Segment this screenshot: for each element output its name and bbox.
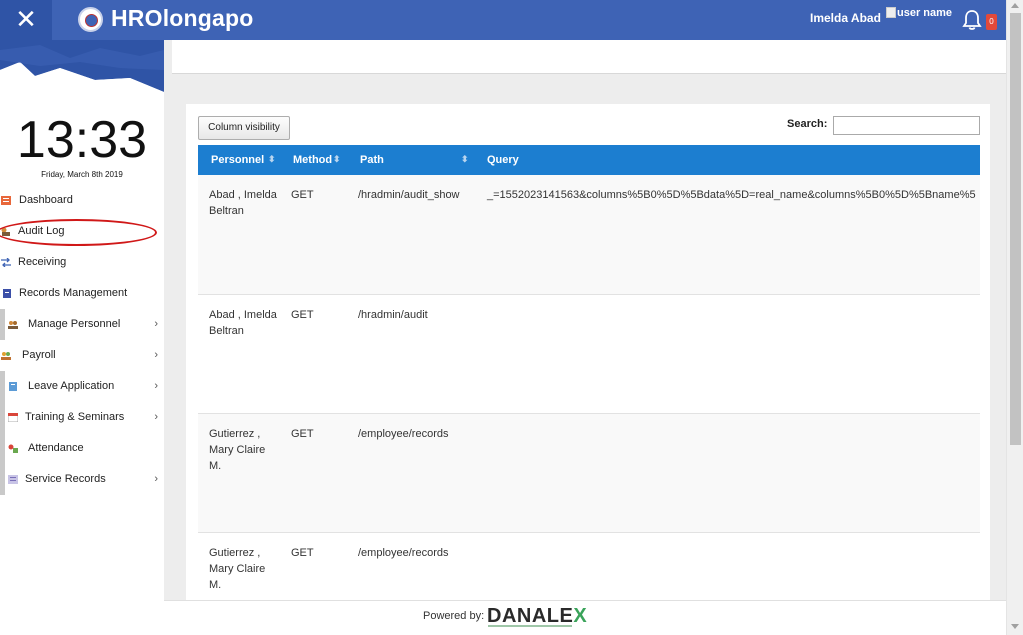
cell-path: /hradmin/audit xyxy=(347,294,474,414)
personnel-icon xyxy=(8,321,18,329)
cell-method: GET xyxy=(280,532,347,600)
user-name[interactable]: Imelda Abad xyxy=(810,11,881,25)
chevron-right-icon: › xyxy=(154,411,158,423)
column-header-path[interactable]: Path ⬍ xyxy=(347,145,474,175)
cell-path: /hradmin/audit_show xyxy=(347,175,474,295)
sidebar-item-records-management[interactable]: Records Management xyxy=(0,278,164,309)
audit-log-highlight-annotation xyxy=(0,219,157,246)
user-avatar[interactable]: user name xyxy=(886,7,952,19)
chevron-right-icon: › xyxy=(154,318,158,330)
notification-bell-icon[interactable] xyxy=(961,9,983,31)
records-icon xyxy=(3,289,11,298)
cell-personnel: Gutierrez , Mary Claire M. xyxy=(198,413,280,533)
column-visibility-button[interactable]: Column visibility xyxy=(198,116,290,140)
payroll-icon xyxy=(1,352,11,360)
notification-count-badge: 0 xyxy=(986,14,997,30)
sidebar-item-training-seminars[interactable]: Training & Seminars › xyxy=(0,402,164,433)
sort-icon: ⬍ xyxy=(461,154,469,164)
app-title[interactable]: HROlongapo xyxy=(111,5,254,32)
sidebar-clock: 13:33 xyxy=(16,111,148,169)
column-header-method[interactable]: Method ⬍ xyxy=(280,145,347,175)
sort-icon: ⬍ xyxy=(268,154,276,164)
chevron-right-icon: › xyxy=(154,349,158,361)
top-navbar: ✕ HROlongapo Imelda Abad user name 0 xyxy=(0,0,1006,40)
cell-query xyxy=(474,294,980,414)
table-row[interactable]: Abad , Imelda Beltran GET /hradmin/audit… xyxy=(198,175,980,295)
user-avatar-alt-text: user name xyxy=(897,7,953,19)
danalex-logo-underline xyxy=(488,625,572,627)
column-header-query[interactable]: Query xyxy=(474,145,980,175)
cell-query: _=1552023141563&columns%5B0%5D%5Bdata%5D… xyxy=(474,175,980,295)
cell-personnel: Abad , Imelda Beltran xyxy=(198,175,280,295)
sidebar-item-label: Manage Personnel xyxy=(28,318,121,330)
sidebar-item-label: Dashboard xyxy=(19,194,73,206)
sidebar-item-payroll[interactable]: Payroll › xyxy=(0,340,164,371)
table-row[interactable]: Abad , Imelda Beltran GET /hradmin/audit xyxy=(198,294,980,414)
scrollbar-thumb[interactable] xyxy=(1010,13,1021,445)
calendar-icon xyxy=(8,413,18,422)
sidebar-item-leave-application[interactable]: Leave Application › xyxy=(0,371,164,402)
sidebar-item-label: Attendance xyxy=(28,442,84,454)
cell-path: /employee/records xyxy=(347,532,474,600)
search-label: Search: xyxy=(787,118,828,130)
sidebar-item-label: Receiving xyxy=(18,256,67,268)
sort-icon: ⬍ xyxy=(333,154,341,164)
chevron-right-icon: › xyxy=(154,473,158,485)
scroll-down-arrow-icon[interactable] xyxy=(1011,624,1019,629)
cell-method: GET xyxy=(280,294,347,414)
audit-log-panel: Column visibility Search: Personnel ⬍ Met… xyxy=(186,104,990,600)
sidebar-item-label: Training & Seminars xyxy=(25,411,125,423)
table-row[interactable]: Gutierrez , Mary Claire M. GET /employee… xyxy=(198,532,980,600)
sidebar-item-dashboard[interactable]: Dashboard xyxy=(0,185,164,216)
cell-path: /employee/records xyxy=(347,413,474,533)
transfer-arrows-icon xyxy=(1,258,11,267)
sidebar-item-label: Records Management xyxy=(19,287,128,299)
sidebar-item-receiving[interactable]: Receiving xyxy=(0,247,164,278)
sidebar-item-label: Leave Application xyxy=(28,380,115,392)
cell-method: GET xyxy=(280,175,347,295)
sidebar-item-label: Service Records xyxy=(25,473,106,485)
close-icon[interactable]: ✕ xyxy=(0,0,52,40)
table-row[interactable]: Gutierrez , Mary Claire M. GET /employee… xyxy=(198,413,980,533)
attendance-icon xyxy=(8,444,18,453)
sidebar-item-service-records[interactable]: Service Records › xyxy=(0,464,164,495)
audit-log-table: Personnel ⬍ Method ⬍ Path ⬍ Query Abad , Im… xyxy=(198,145,980,600)
footer: Powered by: DANALEX xyxy=(164,600,1006,635)
city-seal-logo xyxy=(78,7,103,32)
page-scrollbar[interactable] xyxy=(1006,0,1023,635)
table-header-row: Personnel ⬍ Method ⬍ Path ⬍ Query xyxy=(198,145,980,175)
sidebar-item-label: Payroll xyxy=(22,349,56,361)
cell-query xyxy=(474,413,980,533)
dashboard-icon xyxy=(1,196,11,205)
sidebar-item-attendance[interactable]: Attendance xyxy=(0,433,164,464)
search-input[interactable] xyxy=(833,116,980,135)
cell-personnel: Abad , Imelda Beltran xyxy=(198,294,280,414)
powered-by-label: Powered by: xyxy=(423,610,485,622)
cell-method: GET xyxy=(280,413,347,533)
content-header xyxy=(172,40,1006,74)
sidebar-banner-image xyxy=(0,40,164,100)
chevron-right-icon: › xyxy=(154,380,158,392)
leave-icon xyxy=(9,382,17,391)
column-header-personnel[interactable]: Personnel ⬍ xyxy=(198,145,280,175)
cell-query xyxy=(474,532,980,600)
scroll-up-arrow-icon[interactable] xyxy=(1011,3,1019,8)
cell-personnel: Gutierrez , Mary Claire M. xyxy=(198,532,280,600)
service-records-icon xyxy=(8,475,18,484)
sidebar-item-manage-personnel[interactable]: Manage Personnel › xyxy=(0,309,164,340)
sidebar-date: Friday, March 8th 2019 xyxy=(41,170,123,179)
